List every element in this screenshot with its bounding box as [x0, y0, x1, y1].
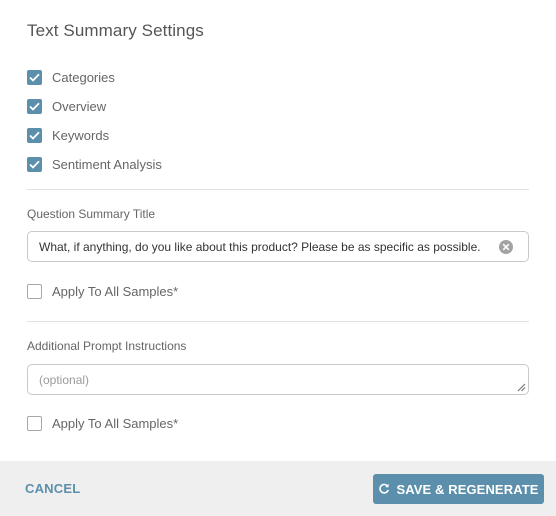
apply-all-title-checkbox[interactable]: [27, 284, 42, 299]
apply-all-prompt-row[interactable]: Apply To All Samples*: [27, 416, 178, 431]
checkbox-categories[interactable]: [27, 70, 42, 85]
option-overview[interactable]: Overview: [27, 92, 162, 121]
dialog-footer: CANCEL SAVE & REGENERATE: [0, 461, 556, 516]
option-sentiment-analysis[interactable]: Sentiment Analysis: [27, 150, 162, 179]
option-label: Categories: [52, 70, 115, 85]
additional-prompt-label: Additional Prompt Instructions: [27, 339, 187, 353]
question-summary-title-value: What, if anything, do you like about thi…: [39, 240, 481, 254]
resize-handle-icon[interactable]: [517, 383, 526, 392]
option-categories[interactable]: Categories: [27, 63, 162, 92]
option-label: Keywords: [52, 128, 110, 143]
option-label: Overview: [52, 99, 107, 114]
summary-options-list: Categories Overview Keywords Sentiment A…: [27, 63, 162, 179]
question-summary-title-label: Question Summary Title: [27, 207, 156, 221]
checkbox-keywords[interactable]: [27, 128, 42, 143]
option-label: Sentiment Analysis: [52, 157, 162, 172]
apply-all-prompt-label: Apply To All Samples*: [52, 416, 179, 431]
check-icon: [29, 160, 40, 169]
dialog-title: Text Summary Settings: [27, 21, 204, 40]
option-keywords[interactable]: Keywords: [27, 121, 162, 150]
section-divider: [27, 189, 529, 190]
text-summary-settings-dialog: Text Summary Settings Categories Overvie…: [0, 0, 556, 516]
clear-icon[interactable]: [499, 240, 513, 254]
refresh-icon: [379, 483, 390, 494]
save-and-regenerate-button[interactable]: SAVE & REGENERATE: [373, 474, 544, 504]
checkbox-overview[interactable]: [27, 99, 42, 114]
check-icon: [29, 102, 40, 111]
question-summary-title-input[interactable]: What, if anything, do you like about thi…: [27, 231, 529, 262]
close-icon: [502, 243, 510, 251]
additional-prompt-placeholder: (optional): [39, 373, 90, 387]
section-divider: [27, 321, 529, 322]
additional-prompt-textarea[interactable]: (optional): [27, 364, 529, 395]
checkbox-sentiment-analysis[interactable]: [27, 157, 42, 172]
cancel-button[interactable]: CANCEL: [25, 481, 80, 496]
save-and-regenerate-label: SAVE & REGENERATE: [396, 481, 539, 497]
check-icon: [29, 73, 40, 82]
apply-all-title-label: Apply To All Samples*: [52, 284, 179, 299]
apply-all-title-row[interactable]: Apply To All Samples*: [27, 284, 178, 299]
check-icon: [29, 131, 40, 140]
apply-all-prompt-checkbox[interactable]: [27, 416, 42, 431]
